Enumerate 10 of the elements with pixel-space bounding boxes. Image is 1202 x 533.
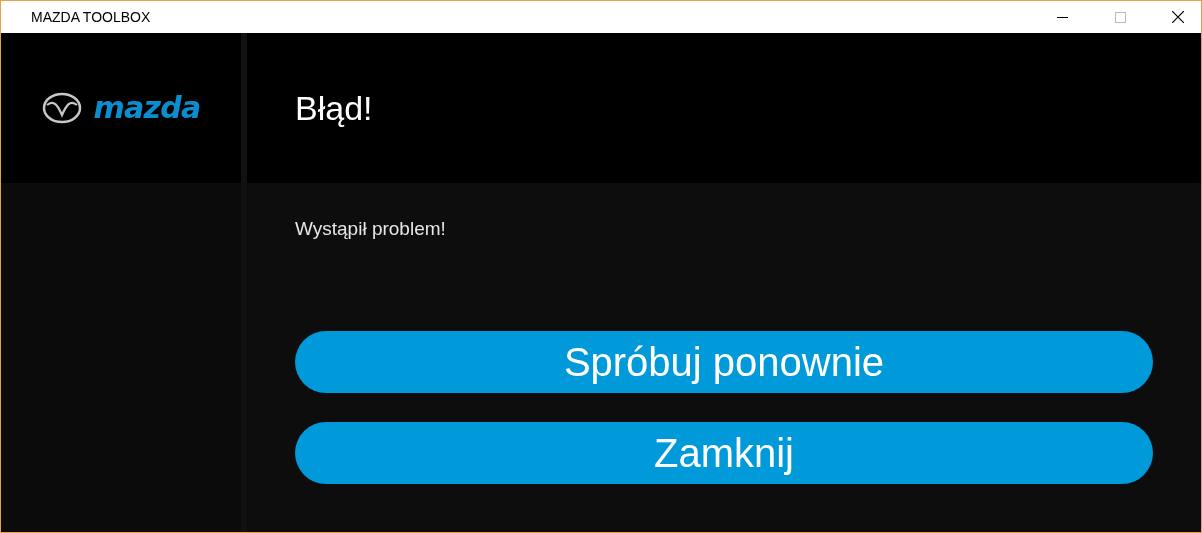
error-message: Wystąpił problem!: [295, 217, 447, 241]
maximize-icon: [1114, 11, 1126, 23]
action-button[interactable]: Spróbuj ponownie: [295, 330, 1153, 393]
logo-wordmark: mazda: [93, 93, 201, 123]
error-title: Błąd!: [295, 87, 373, 129]
close-icon: [1172, 11, 1184, 23]
window-title: MAZDA TOOLBOX: [31, 7, 151, 27]
action-button[interactable]: Zamknij: [295, 421, 1153, 484]
logo-emblem-icon: [41, 92, 82, 124]
minimize-icon: [1056, 16, 1068, 18]
